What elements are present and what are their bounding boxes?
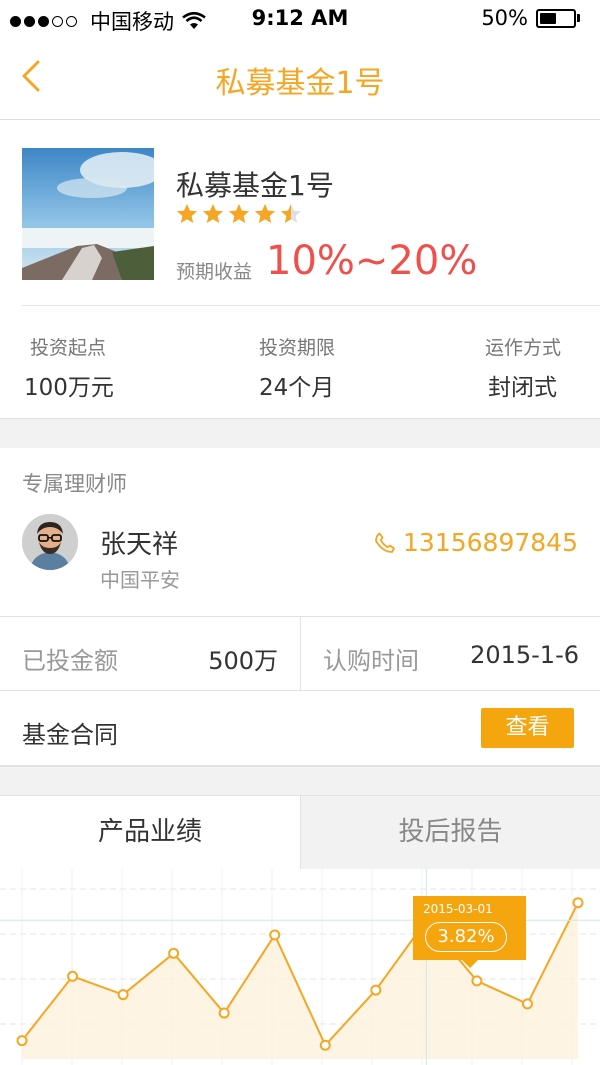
invested-amount-value: 500万 xyxy=(208,647,278,675)
chart-point xyxy=(572,897,584,909)
stat-value: 100万元 xyxy=(24,375,114,401)
advisor-section: 专属理财师 张天祥 中国平安 13156897845 xyxy=(0,448,600,616)
tooltip-value: 3.82% xyxy=(425,922,507,952)
status-bar-right: 50% xyxy=(481,6,580,30)
fund-name: 私募基金1号 xyxy=(176,169,334,202)
navigation-bar: 私募基金1号 xyxy=(0,40,600,120)
invested-amount-label: 已投金额 xyxy=(22,647,118,675)
chart-point xyxy=(269,929,281,941)
avatar xyxy=(22,514,78,570)
expected-yield-label: 预期收益 xyxy=(176,261,253,283)
tooltip-date: 2015-03-01 xyxy=(423,902,493,916)
section-gap xyxy=(0,418,600,449)
chart-point xyxy=(471,975,483,987)
tab-bar: 产品业绩 投后报告 xyxy=(0,795,600,870)
performance-chart[interactable]: 2015-03-01 3.82% xyxy=(0,869,600,1065)
chart-point xyxy=(117,989,129,1001)
divider xyxy=(22,305,600,306)
star-icon xyxy=(177,204,197,223)
chart-point xyxy=(521,998,533,1010)
battery-percent: 50% xyxy=(481,6,528,30)
stat-label: 投资期限 xyxy=(259,337,336,359)
tab-performance[interactable]: 产品业绩 xyxy=(0,796,300,870)
page-title: 私募基金1号 xyxy=(215,66,385,101)
divider xyxy=(300,617,301,691)
stat-label: 投资起点 xyxy=(30,337,107,359)
subscription-date-value: 2015-1-6 xyxy=(470,641,579,669)
chart-point xyxy=(16,1035,28,1047)
star-icon xyxy=(281,204,301,223)
investment-info-row: 已投金额 500万 认购时间 2015-1-6 xyxy=(0,616,600,691)
advisor-name: 张天祥 xyxy=(100,530,179,560)
chart-point xyxy=(370,984,382,996)
section-gap xyxy=(0,766,600,796)
stat-operation-mode: 运作方式 封闭式 xyxy=(485,333,561,402)
advisor-heading: 专属理财师 xyxy=(22,472,127,496)
stat-value: 封闭式 xyxy=(488,375,557,401)
stat-label: 运作方式 xyxy=(485,337,562,359)
chart-point xyxy=(218,1007,230,1019)
chart-point xyxy=(168,947,180,959)
status-bar: 中国移动 9:12 AM 50% xyxy=(0,0,600,40)
view-contract-button[interactable]: 查看 xyxy=(481,708,574,748)
chart-tooltip: 2015-03-01 3.82% xyxy=(413,896,526,968)
stat-term: 投资期限 24个月 xyxy=(259,333,335,402)
stat-min-investment: 投资起点 100万元 xyxy=(24,333,114,402)
phone-icon xyxy=(375,532,395,553)
stat-value: 24个月 xyxy=(259,375,335,401)
call-advisor-button[interactable]: 13156897845 xyxy=(373,528,578,557)
tab-post-investment-report[interactable]: 投后报告 xyxy=(300,796,600,870)
fund-contract-row: 基金合同 查看 xyxy=(0,691,600,766)
fund-contract-label: 基金合同 xyxy=(22,721,118,749)
chart-point xyxy=(319,1039,331,1051)
battery-icon xyxy=(536,8,576,28)
expected-yield-value: 10%~20% xyxy=(266,238,478,284)
star-icon xyxy=(229,204,249,223)
star-icon xyxy=(255,204,275,223)
fund-cover-image xyxy=(22,148,154,280)
subscription-date-label: 认购时间 xyxy=(323,647,419,675)
star-icon xyxy=(203,204,223,223)
rating-stars xyxy=(176,203,306,225)
advisor-company: 中国平安 xyxy=(100,568,180,592)
advisor-phone-number: 13156897845 xyxy=(403,528,578,557)
fund-summary-card: 私募基金1号 预期收益 10%~20% 投资起点 100万元 投资期限 24个月… xyxy=(0,121,600,418)
chart-point xyxy=(67,970,79,982)
